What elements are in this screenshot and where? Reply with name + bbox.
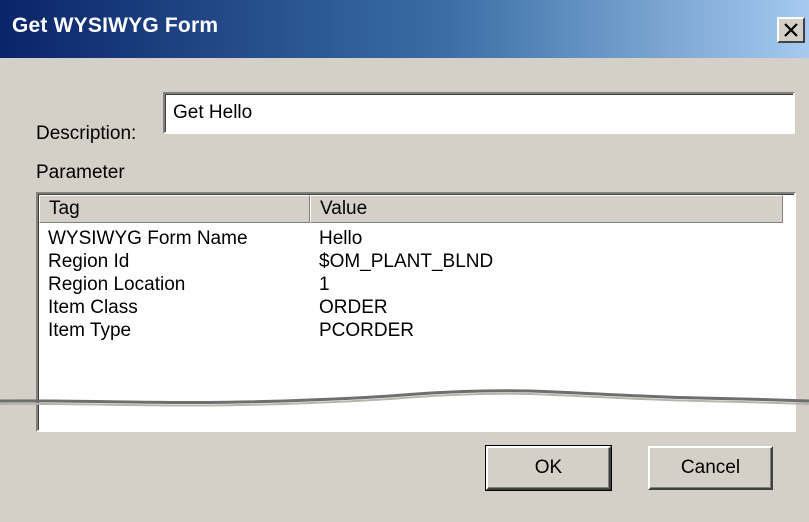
dialog-window: Get WYSIWYG Form Description: Parameter …	[0, 0, 809, 522]
parameter-list[interactable]: Tag Value WYSIWYG Form Name Hello Region…	[36, 192, 796, 432]
tag-cell: Region Location	[48, 274, 186, 295]
column-header-value[interactable]: Value	[310, 195, 783, 223]
list-item[interactable]: Item Type PCORDER	[38, 319, 792, 342]
value-cell: $OM_PLANT_BLND	[319, 251, 494, 272]
close-button[interactable]	[777, 17, 805, 43]
column-header-tag[interactable]: Tag	[39, 195, 310, 223]
tag-cell: Region Id	[48, 251, 130, 272]
tag-cell: Item Class	[48, 297, 138, 318]
tag-cell: Item Type	[48, 320, 132, 341]
list-item[interactable]: Region Id $OM_PLANT_BLND	[38, 250, 792, 273]
close-x-icon	[784, 23, 798, 37]
cancel-button[interactable]: Cancel	[648, 446, 773, 490]
list-item[interactable]: Region Location 1	[38, 273, 792, 296]
description-input[interactable]	[163, 92, 795, 134]
value-cell: PCORDER	[319, 320, 415, 341]
value-cell: Hello	[319, 228, 363, 249]
tag-cell: WYSIWYG Form Name	[48, 228, 248, 249]
value-cell: ORDER	[319, 297, 388, 318]
list-item[interactable]: WYSIWYG Form Name Hello	[38, 227, 792, 250]
value-cell: 1	[319, 274, 330, 295]
list-item[interactable]: Item Class ORDER	[38, 296, 792, 319]
ok-button[interactable]: OK	[485, 445, 612, 491]
list-header: Tag Value	[39, 195, 793, 223]
description-label: Description:	[36, 123, 137, 144]
parameter-label: Parameter	[36, 162, 125, 183]
title-bar[interactable]: Get WYSIWYG Form	[0, 0, 809, 58]
window-title: Get WYSIWYG Form	[12, 14, 219, 37]
